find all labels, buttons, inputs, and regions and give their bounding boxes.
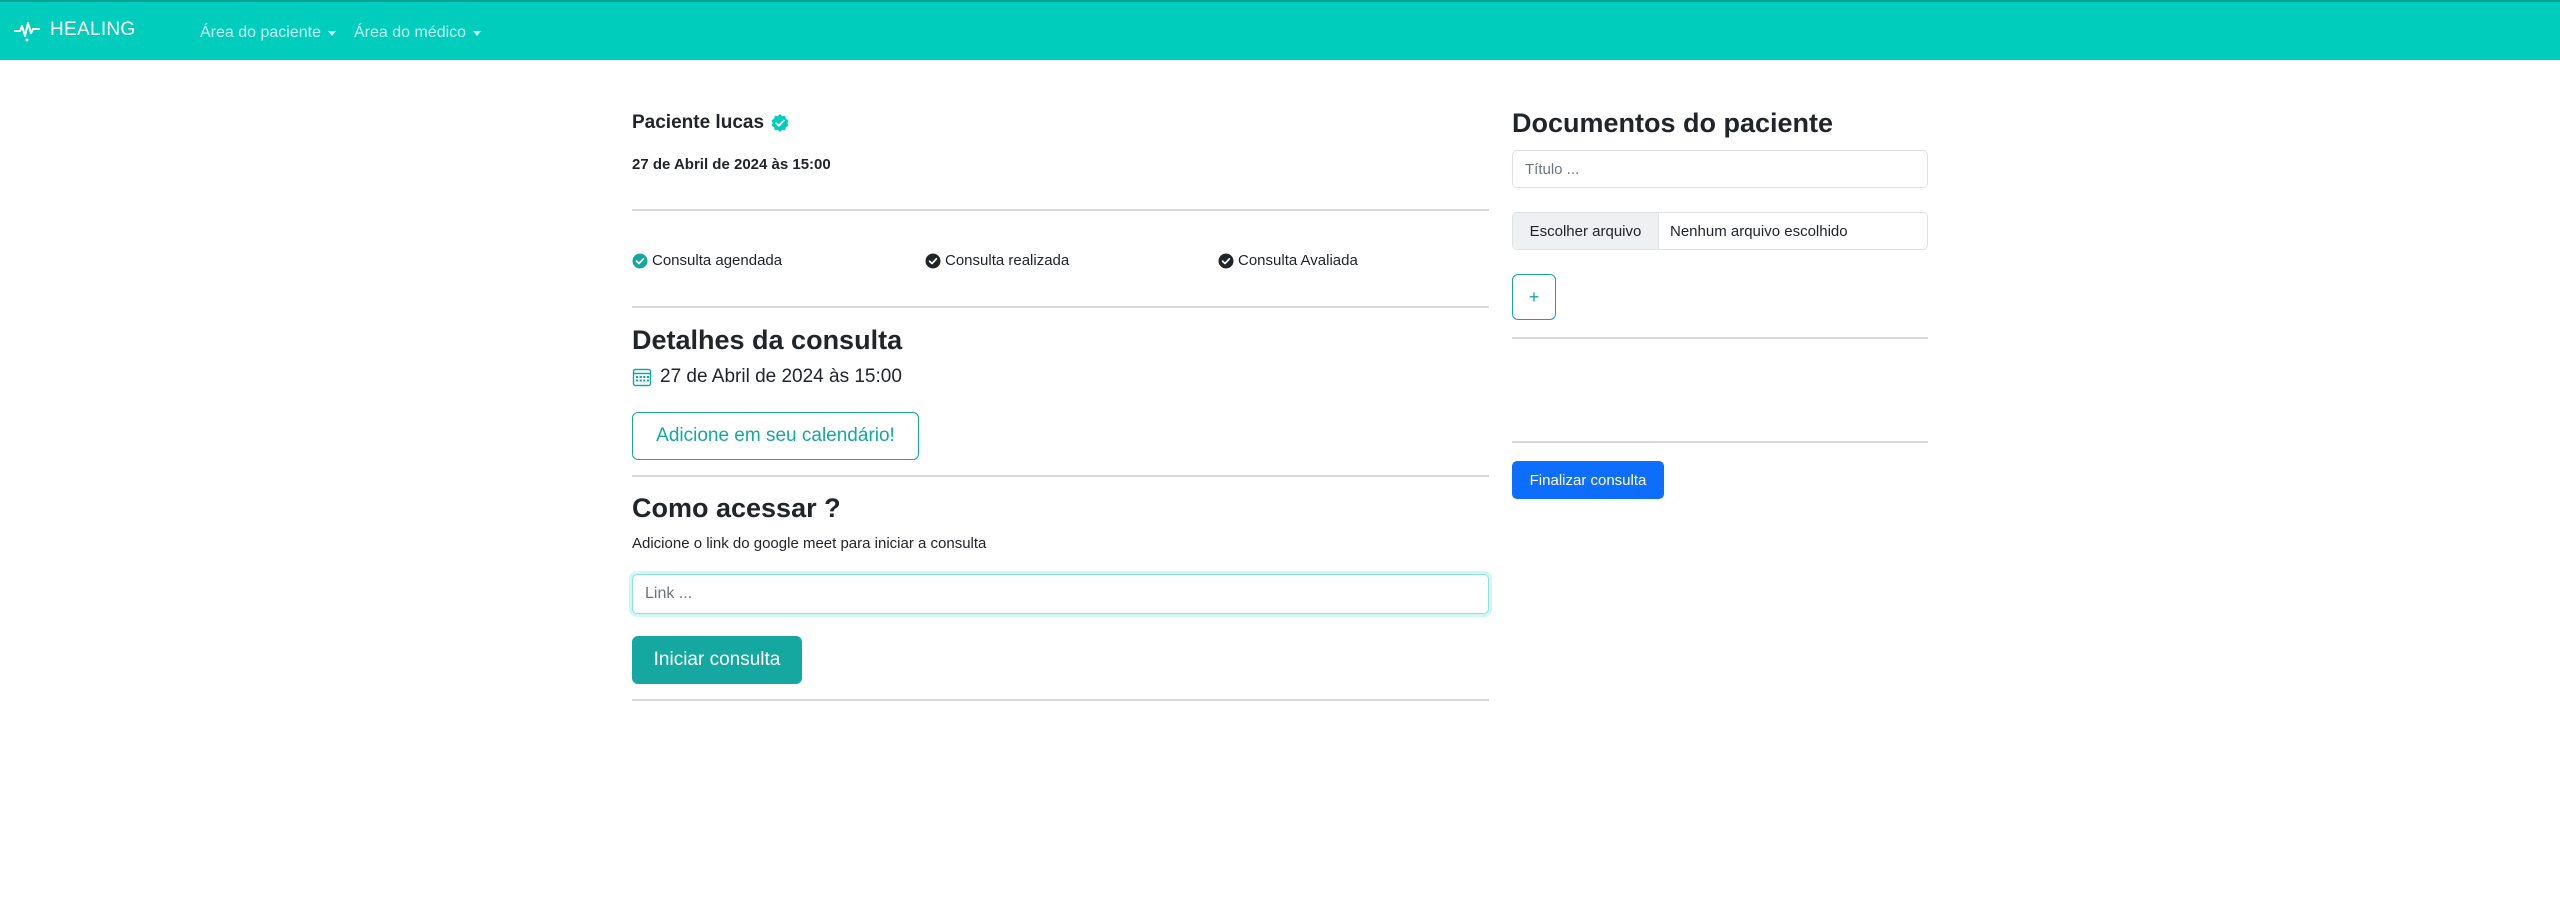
brand[interactable]: HEALING: [14, 16, 136, 44]
verified-badge-icon: [771, 114, 789, 132]
add-to-calendar-button[interactable]: Adicione em seu calendário!: [632, 412, 919, 460]
details-heading: Detalhes da consulta: [632, 325, 903, 355]
status-label: Consulta agendada: [652, 252, 783, 269]
divider: [632, 209, 1489, 211]
top-navbar: HEALING Área do paciente Área do médico: [0, 0, 2560, 60]
brand-name: HEALING: [50, 19, 136, 40]
nav-dropdown-doctor-area[interactable]: Área do médico: [354, 22, 482, 44]
nav-item-label: Área do médico: [354, 24, 467, 41]
nav-item-label: Área do paciente: [200, 24, 321, 41]
documents-heading: Documentos do paciente: [1512, 108, 1834, 138]
patient-name: Paciente lucas: [632, 112, 765, 133]
add-document-button[interactable]: +: [1512, 274, 1556, 320]
status-rated: Consulta Avaliada: [1218, 252, 1358, 269]
status-scheduled: Consulta agendada: [632, 252, 782, 269]
check-circle-icon: [632, 253, 648, 268]
details-date: 27 de Abril de 2024 às 15:00: [660, 366, 902, 387]
calendar-icon: [632, 368, 652, 387]
status-label: Consulta Avaliada: [1238, 252, 1358, 269]
meet-link-input[interactable]: [632, 574, 1489, 614]
chevron-down-icon: [473, 30, 482, 36]
access-help-text: Adicione o link do google meet para inic…: [632, 535, 987, 552]
file-status-text: Nenhum arquivo escolhido: [1670, 222, 1848, 240]
divider: [632, 475, 1489, 477]
details-date-line: 27 de Abril de 2024 às 15:00: [632, 366, 902, 388]
status-done: Consulta realizada: [925, 252, 1069, 269]
status-steps: Consulta agendada Consulta realizada Con…: [632, 252, 1489, 274]
chevron-down-icon: [327, 30, 336, 36]
access-heading: Como acessar ?: [632, 493, 841, 523]
divider: [632, 306, 1489, 308]
patient-title: Paciente lucas: [632, 110, 790, 136]
divider: [632, 699, 1489, 701]
divider: [1512, 337, 1928, 339]
check-circle-icon: [1218, 253, 1234, 268]
appointment-date: 27 de Abril de 2024 às 15:00: [632, 156, 831, 173]
choose-file-button[interactable]: Escolher arquivo: [1513, 213, 1659, 249]
document-title-input[interactable]: [1512, 150, 1928, 188]
divider: [1512, 441, 1928, 443]
finish-consultation-button[interactable]: Finalizar consulta: [1512, 461, 1664, 499]
nav-dropdown-patient-area[interactable]: Área do paciente: [200, 22, 336, 44]
heartbeat-logo-icon: [14, 22, 40, 42]
status-label: Consulta realizada: [945, 252, 1070, 269]
check-circle-icon: [925, 253, 941, 268]
file-input[interactable]: Escolher arquivo Nenhum arquivo escolhid…: [1512, 212, 1928, 250]
start-consultation-button[interactable]: Iniciar consulta: [632, 636, 802, 684]
